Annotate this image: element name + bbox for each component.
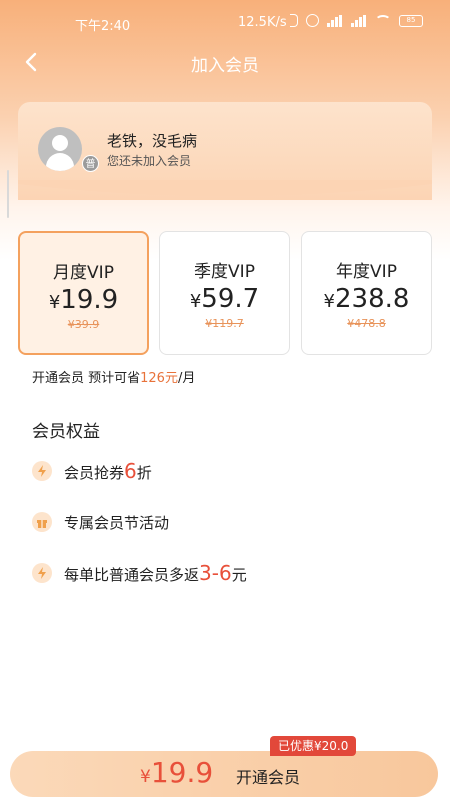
battery-icon: 85 bbox=[399, 14, 423, 27]
benefit-item: 专属会员节活动 bbox=[32, 510, 169, 534]
benefits-title: 会员权益 bbox=[32, 422, 100, 442]
signal-icon-2 bbox=[351, 14, 367, 27]
plan-original-price: ¥119.7 bbox=[205, 317, 244, 330]
member-level-badge: 普 bbox=[82, 155, 99, 172]
plan-list: 月度VIP ¥19.9 ¥39.9 季度VIP ¥59.7 ¥119.7 年度V… bbox=[18, 231, 432, 355]
avatar[interactable]: 普 bbox=[38, 127, 99, 172]
user-card-curve bbox=[18, 180, 432, 196]
alarm-icon bbox=[306, 14, 319, 27]
discount-tag: 已优惠¥20.0 bbox=[270, 736, 357, 756]
page-title: 加入会员 bbox=[191, 56, 259, 76]
currency-symbol: ¥ bbox=[323, 291, 335, 312]
currency-symbol: ¥ bbox=[140, 767, 151, 787]
currency-symbol: ¥ bbox=[189, 291, 202, 312]
plan-card-monthly[interactable]: 月度VIP ¥19.9 ¥39.9 bbox=[18, 231, 149, 355]
lightning-icon bbox=[32, 563, 52, 583]
network-speed: 12.5K/s bbox=[238, 15, 287, 30]
nav-bar: 加入会员 bbox=[0, 44, 450, 80]
membership-status: 您还未加入会员 bbox=[107, 154, 192, 168]
lightning-icon bbox=[32, 461, 52, 481]
benefit-highlight: 3-6 bbox=[199, 561, 232, 585]
plan-card-quarterly[interactable]: 季度VIP ¥59.7 ¥119.7 bbox=[159, 231, 290, 355]
saving-amount: 126元 bbox=[140, 371, 178, 386]
benefit-item: 每单比普通会员多返3-6元 bbox=[32, 561, 247, 585]
benefit-text: 每单比普通会员多返3-6元 bbox=[64, 561, 247, 585]
signal-icon bbox=[327, 14, 343, 27]
benefit-highlight: 6 bbox=[124, 459, 137, 483]
plan-name: 季度VIP bbox=[194, 262, 255, 282]
plan-price-value: 238.8 bbox=[335, 284, 410, 314]
join-member-button[interactable]: ¥19.9 开通会员 bbox=[10, 751, 438, 797]
bottom-price: ¥19.9 bbox=[140, 756, 213, 789]
plan-original-price: ¥478.8 bbox=[347, 317, 386, 330]
saving-info: 开通会员 预计可省126元/月 bbox=[32, 367, 195, 386]
join-member-label: 开通会员 bbox=[236, 768, 301, 787]
currency-symbol: ¥ bbox=[48, 292, 61, 313]
status-icons: 85 bbox=[290, 14, 423, 27]
plan-price: ¥19.9 bbox=[20, 285, 147, 315]
plan-price: ¥238.8 bbox=[302, 284, 431, 314]
bluetooth-icon bbox=[290, 14, 298, 27]
plan-price: ¥59.7 bbox=[160, 284, 289, 314]
plan-original-price: ¥39.9 bbox=[67, 318, 100, 331]
gift-icon bbox=[32, 512, 52, 532]
plan-name: 月度VIP bbox=[53, 263, 114, 283]
plan-name: 年度VIP bbox=[336, 262, 397, 282]
plan-price-value: 19.9 bbox=[60, 285, 119, 315]
user-name: 老铁，没毛病 bbox=[107, 132, 198, 150]
status-bar: 下午2:40 12.5K/s 85 bbox=[0, 0, 450, 44]
plan-price-value: 59.7 bbox=[201, 284, 260, 314]
status-time: 下午2:40 bbox=[75, 19, 131, 34]
benefit-text: 专属会员节活动 bbox=[64, 513, 170, 532]
user-avatar-icon bbox=[38, 127, 82, 171]
wifi-icon bbox=[375, 14, 391, 27]
benefit-item: 会员抢券6折 bbox=[32, 459, 152, 483]
benefit-text: 会员抢券6折 bbox=[64, 459, 152, 483]
saving-prefix: 开通会员 预计可省 bbox=[32, 371, 141, 386]
plan-card-yearly[interactable]: 年度VIP ¥238.8 ¥478.8 bbox=[301, 231, 432, 355]
saving-suffix: /月 bbox=[177, 371, 196, 386]
bottom-price-value: 19.9 bbox=[150, 756, 214, 789]
